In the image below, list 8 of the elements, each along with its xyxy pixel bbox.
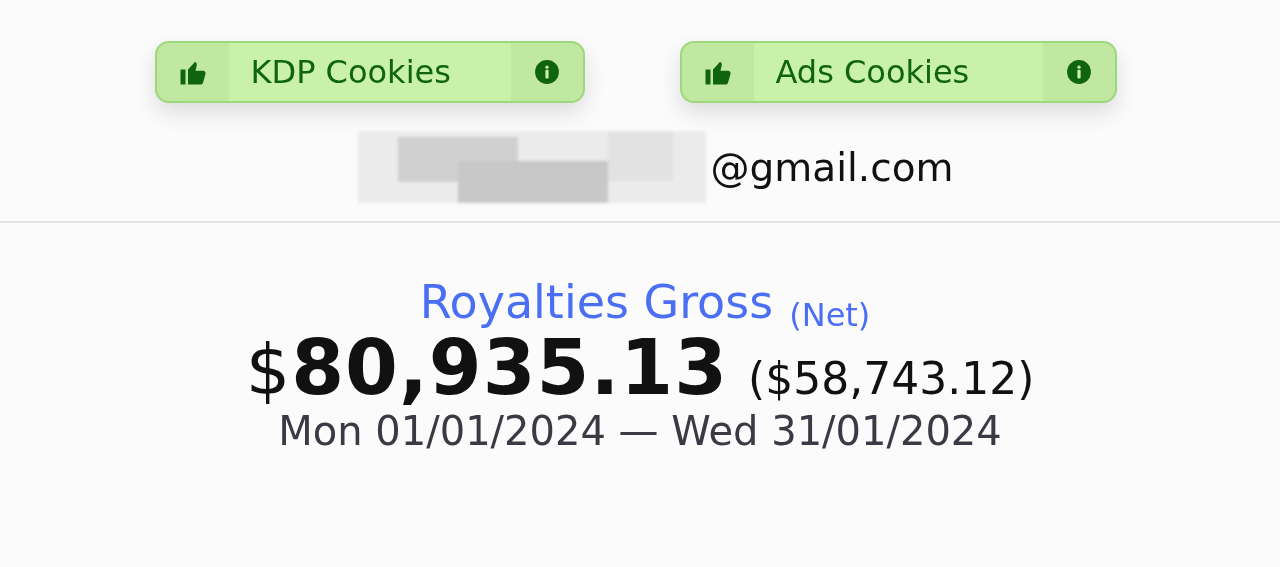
net-label: (Net) [789, 296, 871, 334]
cookie-button[interactable]: KDP Cookies [154, 41, 585, 103]
info-icon [533, 59, 560, 85]
date-range: Mon 01/01/2024 — Wed 31/01/2024 [278, 408, 1002, 454]
net-amount: ($58,743.12) [748, 353, 1035, 404]
info-icon [1065, 59, 1092, 85]
email-text: @gmail.com [710, 144, 954, 190]
cookie-button[interactable]: Ads Cookies [679, 41, 1117, 103]
